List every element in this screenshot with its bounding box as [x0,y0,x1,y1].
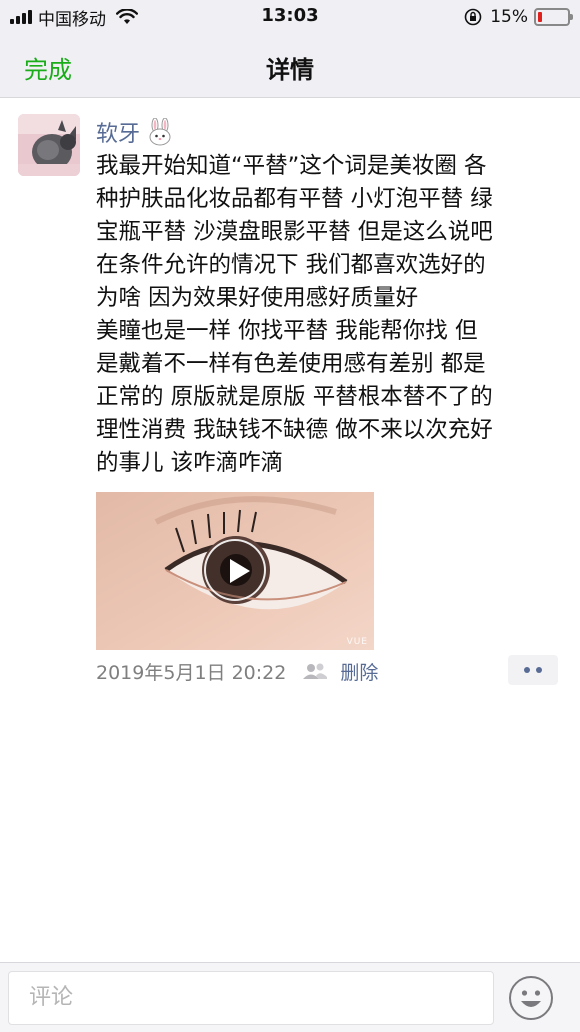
post-text-line: 的事儿 该咋滴咋滴 [96,450,284,476]
orientation-lock-icon [464,8,482,26]
more-dots-icon[interactable] [508,655,558,685]
video-watermark: VUE [346,637,368,647]
more-dot [524,667,530,673]
username-label: 软牙 [96,122,141,147]
post-text-line: 理性消费 我缺钱不缺德 做不来以次充好 [96,417,493,443]
comment-bar: 评论 [0,962,580,1032]
friends-visibility-icon [303,663,328,679]
post-text: 我最开始知道“平替”这个词是美妆圈 各 种护肤品化妆品都有平替 小灯泡平替 绿 … [96,150,568,480]
bunny-emoji-icon [149,118,171,146]
avatar-image [18,114,80,176]
post-text-line: 美瞳也是一样 你找平替 我能帮你找 但 [96,318,478,344]
post-text-line: 是戴着不一样有色差使用感有差别 都是 [96,351,486,377]
play-icon[interactable] [204,539,266,601]
nav-bar: 完成 详情 [0,34,580,98]
status-right: 15% [464,6,573,28]
battery-level [538,12,542,22]
post-text-line: 种护肤品化妆品都有平替 小灯泡平替 绿 [96,186,493,212]
emoji-face-icon[interactable] [508,975,554,1021]
post-text-line: 在条件允许的情况下 我们都喜欢选好的 [96,252,486,278]
avatar[interactable] [18,114,80,176]
video-thumbnail[interactable]: VUE [96,492,374,650]
post-text-line: 宝瓶平替 沙漠盘眼影平替 但是这么说吧 [96,219,493,245]
post-text-line: 我最开始知道“平替”这个词是美妆圈 各 [96,153,487,179]
page-title: 详情 [266,56,314,84]
battery-icon [534,8,573,26]
status-bar: 中国移动 13:03 15% [0,0,580,34]
delete-button[interactable]: 删除 [340,658,378,685]
comment-input[interactable]: 评论 [8,971,494,1025]
battery-percent: 15% [490,7,528,27]
more-dot [536,667,542,673]
post-text-line: 正常的 原版就是原版 平替根本替不了的 [96,384,493,410]
username[interactable]: 软牙 [96,116,174,148]
post-text-line: 为啥 因为效果好使用感好质量好 [96,285,419,311]
post-meta: 2019年5月1日 20:22 删除 [96,656,558,686]
post-timestamp: 2019年5月1日 20:22 [96,661,287,684]
